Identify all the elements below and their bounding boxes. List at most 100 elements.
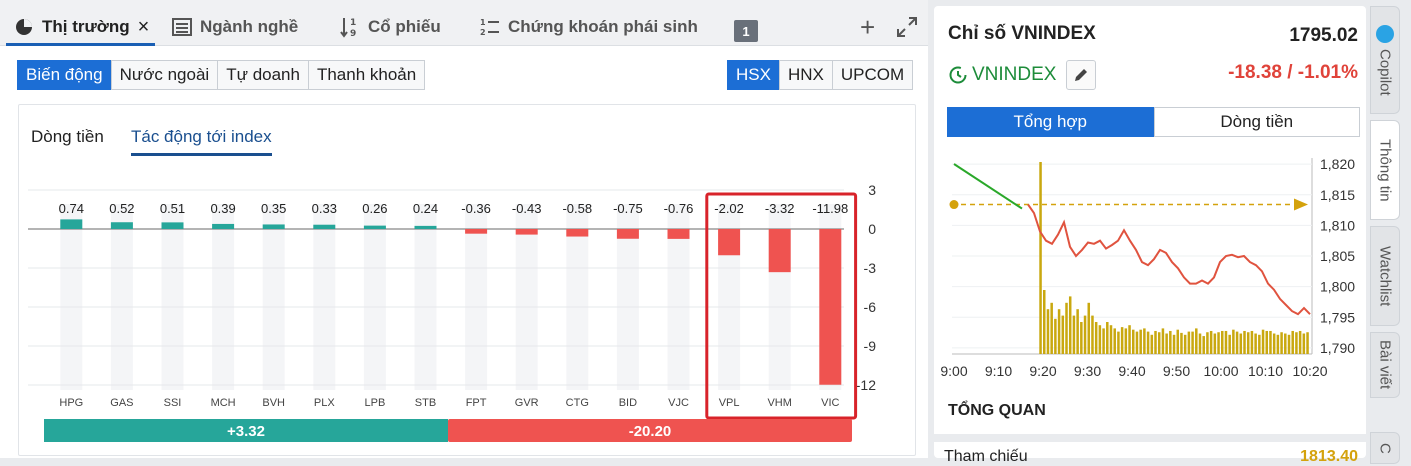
volume-bar xyxy=(1054,318,1057,354)
x-tick-label: 10:10 xyxy=(1248,363,1283,379)
reference-marker xyxy=(949,200,959,210)
volume-bar xyxy=(1094,322,1098,354)
bar-stb xyxy=(414,225,437,229)
list-box-icon xyxy=(172,17,192,37)
volume-bar xyxy=(1202,336,1205,354)
sort-numeric-icon: 19 xyxy=(340,17,360,38)
seg-cash-flow[interactable]: Dòng tiền xyxy=(1153,107,1360,137)
column-background xyxy=(313,204,336,390)
bar-vjc xyxy=(667,229,690,239)
bar-ssi xyxy=(161,222,184,229)
tab-stock[interactable]: 19 Cổ phiếu xyxy=(340,12,441,42)
volume-bar xyxy=(1154,330,1157,354)
volume-bar xyxy=(1046,309,1050,354)
volume-bar xyxy=(1239,333,1243,354)
numbered-list-icon: 12 xyxy=(480,17,500,37)
reference-label: Tham chiếu xyxy=(944,448,1028,465)
rail-tab-info[interactable]: Thông tin xyxy=(1370,120,1400,220)
volume-bar xyxy=(1165,333,1168,354)
subtab-cash-flow[interactable]: Dòng tiền xyxy=(31,127,104,147)
tab-stock-label: Cổ phiếu xyxy=(368,17,441,36)
y-tick-label: 1,795 xyxy=(1320,309,1355,325)
volume-bar xyxy=(1235,331,1239,354)
overview-heading: TỔNG QUAN xyxy=(948,402,1046,419)
x-tick-label: 10:00 xyxy=(1203,363,1238,379)
category-label: GVR xyxy=(515,397,539,409)
add-tab-icon[interactable]: + xyxy=(860,14,875,40)
subtab-index-impact[interactable]: Tác động tới index xyxy=(131,127,272,156)
volume-bar xyxy=(1087,302,1091,354)
reference-value: 1813.40 xyxy=(1300,448,1358,465)
y-tick-label: -6 xyxy=(864,299,877,315)
positive-total-label: +3.32 xyxy=(227,423,265,440)
volume-bar xyxy=(1265,330,1269,354)
x-tick-label: 9:40 xyxy=(1118,363,1145,379)
svg-text:9: 9 xyxy=(350,29,356,38)
index-title: Chỉ số VNINDEX xyxy=(948,23,1096,44)
volume-bar xyxy=(1258,334,1261,354)
category-label: BID xyxy=(619,397,637,409)
volume-bar xyxy=(1057,309,1061,354)
rail-copilot-label: Copilot xyxy=(1376,48,1394,96)
category-label: BVH xyxy=(262,397,285,409)
seg-upcom[interactable]: UPCOM xyxy=(831,60,914,90)
category-label: VIC xyxy=(821,397,839,409)
bar-value-label: 0.51 xyxy=(160,201,185,216)
edit-button[interactable] xyxy=(1066,60,1097,90)
volume-bar xyxy=(1150,334,1154,354)
volume-bar xyxy=(1287,334,1291,354)
volume-bar xyxy=(1139,329,1142,354)
index-change: -18.38 / -1.01% xyxy=(1228,62,1358,83)
bar-hpg xyxy=(60,219,83,229)
volume-bar xyxy=(1146,331,1150,354)
y-tick-label: -9 xyxy=(864,338,877,354)
rail-tab-watchlist[interactable]: Watchlist xyxy=(1370,226,1400,326)
category-label: VJC xyxy=(668,397,689,409)
section-divider xyxy=(934,434,1366,442)
seg-hsx[interactable]: HSX xyxy=(727,60,780,90)
volume-bar xyxy=(1135,331,1139,354)
rail-tab-more[interactable]: C xyxy=(1370,432,1400,464)
tab-derivative[interactable]: 12 Chứng khoán phái sinh xyxy=(480,12,698,42)
seg-liquidity[interactable]: Thanh khoản xyxy=(307,60,426,90)
close-icon[interactable]: × xyxy=(138,16,150,39)
volume-bar xyxy=(1302,333,1306,354)
seg-hnx[interactable]: HNX xyxy=(778,60,833,90)
index-name[interactable]: VNINDEX xyxy=(972,64,1056,86)
x-tick-label: 10:20 xyxy=(1292,363,1327,379)
y-tick-label: 3 xyxy=(868,182,876,198)
reference-arrow xyxy=(1294,198,1308,211)
expand-icon[interactable] xyxy=(896,16,920,40)
bar-gvr xyxy=(515,229,538,235)
volume-bar xyxy=(1217,332,1220,354)
seg-movement[interactable]: Biến động xyxy=(17,60,112,90)
tab-market[interactable]: Thị trường × xyxy=(5,12,156,46)
volume-bar xyxy=(1246,332,1250,354)
bar-value-label: -0.43 xyxy=(512,201,542,216)
volume-bar xyxy=(1106,322,1109,354)
svg-text:1: 1 xyxy=(480,18,486,27)
rail-tab-copilot[interactable]: Copilot xyxy=(1370,6,1400,114)
bar-value-label: 0.35 xyxy=(261,201,286,216)
volume-bar xyxy=(1298,330,1302,354)
bar-value-label: -0.75 xyxy=(613,201,643,216)
market-panel: Thị trường × Ngành nghề 19 Cổ phiếu 12 C… xyxy=(0,0,928,458)
volume-bar xyxy=(1306,332,1309,354)
tab-sector[interactable]: Ngành nghề xyxy=(172,12,298,42)
bar-value-label: 0.26 xyxy=(362,201,387,216)
x-tick-label: 9:20 xyxy=(1029,363,1056,379)
intraday-line-chart: 1,820 1,815 1,810 1,805 1,800 1,795 1,790 9:00 9… xyxy=(940,156,1355,379)
seg-summary[interactable]: Tổng hợp xyxy=(947,107,1154,137)
volume-bar xyxy=(1132,329,1135,354)
volume-bar xyxy=(1228,334,1231,354)
seg-proprietary[interactable]: Tự doanh xyxy=(217,60,309,90)
seg-foreign[interactable]: Nước ngoài xyxy=(110,60,219,90)
rail-tab-posts[interactable]: Bài viết xyxy=(1370,332,1400,398)
y-tick-label: 1,820 xyxy=(1320,156,1355,172)
category-label: GAS xyxy=(110,397,133,409)
column-background xyxy=(60,204,83,390)
view-segment-group: Biến động Nước ngoài Tự doanh Thanh khoả… xyxy=(17,60,426,90)
bar-value-label: 0.24 xyxy=(413,201,438,216)
bar-vhm xyxy=(768,229,791,273)
svg-text:2: 2 xyxy=(480,28,486,37)
